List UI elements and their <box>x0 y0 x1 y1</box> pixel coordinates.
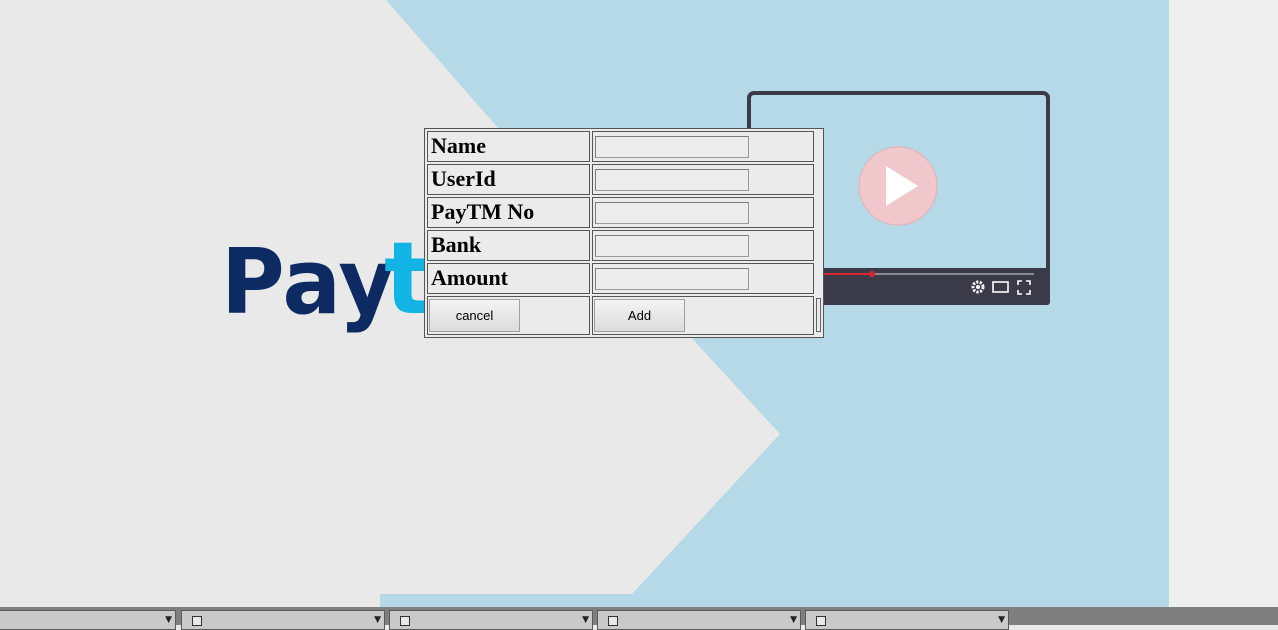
userid-input[interactable] <box>595 169 749 191</box>
chevron-down-icon: ▼ <box>998 615 1005 625</box>
play-icon <box>858 146 938 226</box>
name-input[interactable] <box>595 136 749 158</box>
taskbar-item[interactable]: ▼ <box>181 610 385 630</box>
add-button[interactable]: Add <box>594 299 685 332</box>
paytm-no-label: PayTM No <box>431 199 535 224</box>
cancel-button[interactable]: cancel <box>429 299 520 332</box>
amount-label-cell: Amount <box>427 263 590 294</box>
paytm-no-input[interactable] <box>595 202 749 224</box>
settings-icon <box>971 280 985 294</box>
add-button-cell: Add <box>592 296 814 335</box>
taskbar: ▼ ▼ ▼ ▼ ▼ <box>0 607 1278 630</box>
bank-label: Bank <box>431 232 482 257</box>
amount-input[interactable] <box>595 268 749 290</box>
chevron-down-icon: ▼ <box>790 615 797 625</box>
bank-input-cell <box>592 230 814 261</box>
payment-form: Name UserId PayTM No Bank Amount cancel … <box>424 128 824 338</box>
userid-label-cell: UserId <box>427 164 590 195</box>
name-label: Name <box>431 133 486 158</box>
name-label-cell: Name <box>427 131 590 162</box>
cancel-button-cell: cancel <box>427 296 590 335</box>
chevron-down-icon: ▼ <box>165 615 172 625</box>
amount-label: Amount <box>431 265 509 290</box>
bank-label-cell: Bank <box>427 230 590 261</box>
taskbar-item[interactable]: ▼ <box>597 610 801 630</box>
chevron-down-icon: ▼ <box>582 615 589 625</box>
taskbar-item[interactable]: ▼ <box>805 610 1009 630</box>
taskbar-item[interactable]: ▼ <box>389 610 593 630</box>
amount-input-cell <box>592 263 814 294</box>
right-gutter <box>1169 0 1278 607</box>
logo-text-pay: Pay <box>221 230 395 335</box>
name-input-cell <box>592 131 814 162</box>
taskbar-item[interactable]: ▼ <box>0 610 176 630</box>
userid-label: UserId <box>431 166 496 191</box>
userid-input-cell <box>592 164 814 195</box>
paytm-no-input-cell <box>592 197 814 228</box>
chevron-down-icon: ▼ <box>374 615 381 625</box>
bank-input[interactable] <box>595 235 749 257</box>
paytm-no-label-cell: PayTM No <box>427 197 590 228</box>
resize-handle[interactable] <box>816 298 821 332</box>
